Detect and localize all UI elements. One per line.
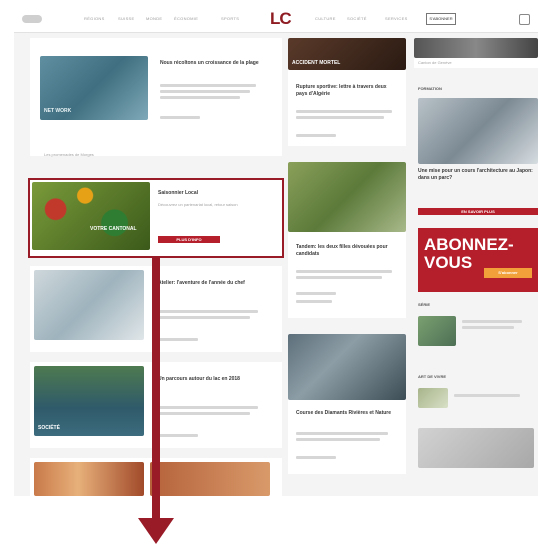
article-thumbnail — [34, 462, 144, 496]
text-line — [158, 310, 258, 313]
article-thumbnail — [288, 162, 406, 232]
sidebar-thumbnail — [418, 98, 538, 164]
scroll-down-arrow-shaft — [152, 258, 160, 524]
article-thumbnail — [150, 462, 270, 496]
thumbnail-tag: SOCIÉTÉ — [38, 425, 60, 431]
article-title[interactable]: Rupture sportive: lettre à travers deux … — [296, 84, 396, 98]
sidebar-thumbnail — [414, 38, 538, 58]
meta-line — [158, 338, 198, 341]
subscribe-button[interactable]: S'ABONNER — [426, 13, 456, 25]
meta-line — [296, 134, 336, 137]
text-line — [158, 412, 250, 415]
article-title[interactable]: Un parcours autour du lac en 2018 — [158, 376, 270, 383]
text-line — [296, 438, 380, 441]
text-line — [462, 326, 514, 329]
article-title[interactable]: Nous récoltons un croissance de la plage — [160, 60, 270, 67]
featured-thumbnail: VOTRE CANTONAL — [32, 182, 150, 250]
article-thumbnail: NET WORK — [40, 56, 148, 120]
subscribe-banner[interactable]: ABONNEZ-VOUS S'abonner — [418, 228, 538, 292]
nav-item[interactable]: SERVICES — [385, 16, 408, 21]
sidebar-caption: Canton de Genève — [418, 60, 452, 65]
featured-ad-card[interactable]: VOTRE CANTONAL Saisonnier Local Découvre… — [28, 178, 284, 258]
sidebar-thumbnail — [418, 388, 448, 408]
text-line — [158, 406, 258, 409]
search-icon[interactable] — [519, 14, 530, 25]
sidebar-title[interactable]: Une mise pour un cours l'architecture au… — [418, 168, 536, 182]
meta-line — [296, 300, 332, 303]
text-line — [296, 270, 392, 273]
subscribe-banner-text: ABONNEZ-VOUS — [424, 235, 514, 272]
featured-title[interactable]: Saisonnier Local — [158, 190, 268, 197]
section-heading: FORMATION — [418, 86, 442, 91]
featured-text: Découvrez un partenariat local, retour s… — [158, 202, 238, 207]
article-thumbnail — [34, 270, 144, 340]
article-thumbnail — [288, 334, 406, 400]
section-footer-text[interactable]: Les promenades de Morges — [44, 152, 94, 158]
featured-cta-button[interactable]: PLUS D'INFO — [158, 236, 220, 243]
text-line — [462, 320, 522, 323]
article-card[interactable]: Course des Diamants Rivières et Nature — [288, 334, 406, 474]
nav-item[interactable]: CULTURE — [315, 16, 336, 21]
nav-item[interactable]: SPORTS — [221, 16, 239, 21]
webpage-screenshot: RÉGIONS SUISSE MONDE ÉCONOMIE SPORTS LC … — [14, 6, 538, 496]
text-line — [160, 84, 256, 87]
article-thumbnail: SOCIÉTÉ — [34, 366, 144, 436]
thumbnail-tag: NET WORK — [44, 108, 72, 114]
nav-item[interactable]: SOCIÉTÉ — [347, 16, 367, 21]
nav-item[interactable]: SUISSE — [118, 16, 134, 21]
section-heading: SÉRIE — [418, 302, 431, 307]
section-heading: ART DE VIVRE — [418, 374, 447, 379]
text-line — [160, 90, 250, 93]
nav-item[interactable]: ÉCONOMIE — [174, 16, 198, 21]
article-thumbnail: ACCIDENT MORTEL — [288, 38, 406, 70]
nav-item[interactable]: MONDE — [146, 16, 162, 21]
article-title[interactable]: Atelier: l'aventure de l'année du chef — [158, 280, 270, 287]
text-line — [454, 394, 520, 397]
sidebar-thumbnail — [418, 316, 456, 346]
nav-item[interactable]: RÉGIONS — [84, 16, 105, 21]
text-line — [160, 96, 240, 99]
thumbnail-text: VOTRE CANTONAL — [90, 226, 137, 232]
article-card[interactable]: NET WORK Nous récoltons un croissance de… — [30, 38, 282, 156]
menu-icon[interactable] — [22, 15, 42, 23]
thumbnail-tag: ACCIDENT MORTEL — [292, 60, 341, 66]
top-navigation: RÉGIONS SUISSE MONDE ÉCONOMIE SPORTS LC … — [14, 6, 538, 33]
sidebar-thumbnail — [418, 428, 534, 468]
article-card[interactable]: ACCIDENT MORTEL Rupture sportive: lettre… — [288, 38, 406, 146]
text-line — [296, 116, 384, 119]
article-card[interactable]: Tandem: les deux filles dévouées pour ca… — [288, 162, 406, 318]
article-title[interactable]: Course des Diamants Rivières et Nature — [296, 410, 396, 417]
text-line — [296, 110, 392, 113]
text-line — [158, 316, 250, 319]
site-logo[interactable]: LC — [270, 9, 292, 29]
text-line — [296, 276, 382, 279]
article-title[interactable]: Tandem: les deux filles dévouées pour ca… — [296, 244, 396, 258]
meta-line — [296, 292, 336, 295]
scroll-down-arrow-icon — [138, 518, 174, 544]
meta-line — [296, 456, 336, 459]
text-line — [296, 432, 388, 435]
sidebar-card[interactable]: Canton de Genève — [414, 38, 538, 68]
subscribe-banner-button[interactable]: S'abonner — [484, 268, 532, 278]
meta-line — [158, 434, 198, 437]
sidebar-cta-button[interactable]: EN SAVOIR PLUS — [418, 208, 538, 215]
meta-line — [160, 116, 200, 119]
